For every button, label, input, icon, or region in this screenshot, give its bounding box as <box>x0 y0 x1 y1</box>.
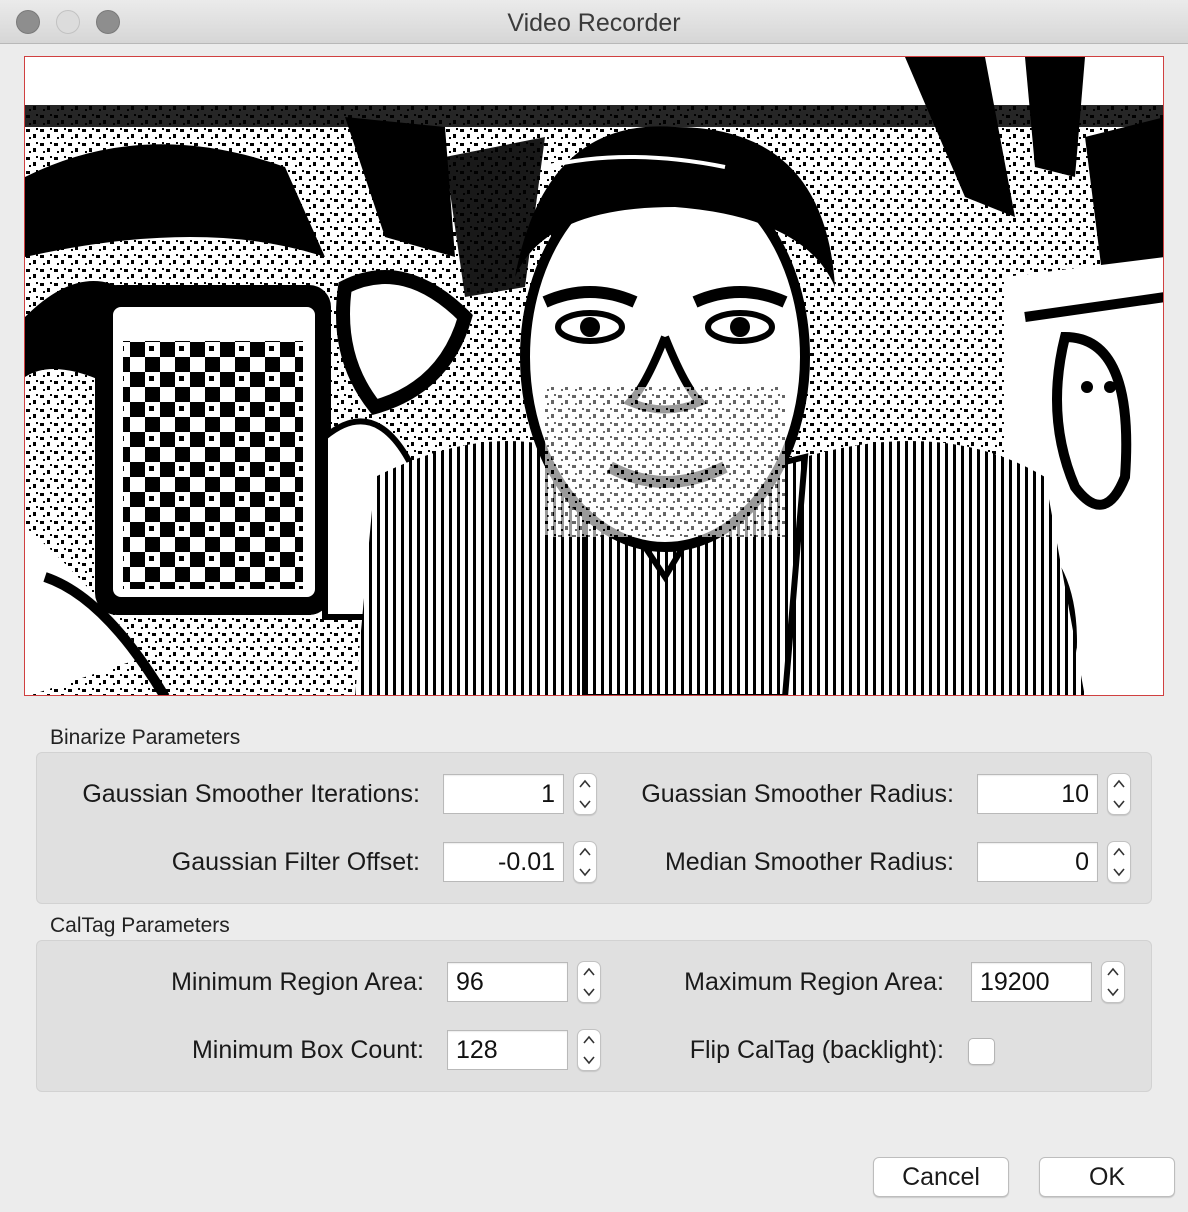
video-recorder-window: Video Recorder Binarize Parameters Gauss… <box>0 0 1188 1212</box>
min-box-label: Minimum Box Count: <box>191 1036 424 1064</box>
title-bar: Video Recorder <box>0 0 1188 44</box>
stepper-down-icon[interactable] <box>574 794 596 814</box>
flip-caltag-checkbox[interactable] <box>968 1038 995 1065</box>
stepper-down-icon[interactable] <box>1102 982 1124 1002</box>
filter-offset-label: Gaussian Filter Offset: <box>171 848 420 876</box>
min-region-stepper[interactable] <box>577 961 601 1003</box>
flip-caltag-label: Flip CalTag (backlight): <box>689 1036 944 1064</box>
filter-offset-field[interactable] <box>443 842 564 882</box>
stepper-down-icon[interactable] <box>1108 862 1130 882</box>
min-region-field[interactable] <box>447 962 568 1002</box>
min-region-label: Minimum Region Area: <box>171 968 424 996</box>
caltag-group-label: CalTag Parameters <box>50 914 230 937</box>
stepper-down-icon[interactable] <box>1108 794 1130 814</box>
gaussian-iterations-label: Gaussian Smoother Iterations: <box>82 780 420 808</box>
cancel-button[interactable]: Cancel <box>873 1157 1009 1197</box>
gaussian-iterations-stepper[interactable] <box>573 773 597 815</box>
min-box-field[interactable] <box>447 1030 568 1070</box>
ok-button[interactable]: OK <box>1039 1157 1175 1197</box>
stepper-up-icon[interactable] <box>1102 962 1124 982</box>
window-title: Video Recorder <box>507 9 681 37</box>
video-preview <box>24 56 1164 696</box>
stepper-down-icon[interactable] <box>578 982 600 1002</box>
stepper-up-icon[interactable] <box>578 1030 600 1050</box>
binarize-group-label: Binarize Parameters <box>50 726 241 749</box>
min-box-stepper[interactable] <box>577 1029 601 1071</box>
max-region-field[interactable] <box>971 962 1092 1002</box>
gaussian-iterations-field[interactable] <box>443 774 564 814</box>
binarized-frame-image <box>25 57 1163 695</box>
filter-offset-stepper[interactable] <box>573 841 597 883</box>
gaussian-radius-field[interactable] <box>977 774 1098 814</box>
gaussian-radius-label: Guassian Smoother Radius: <box>641 780 954 808</box>
stepper-up-icon[interactable] <box>574 842 596 862</box>
stepper-down-icon[interactable] <box>578 1050 600 1070</box>
gaussian-radius-stepper[interactable] <box>1107 773 1131 815</box>
stepper-up-icon[interactable] <box>1108 774 1130 794</box>
stepper-down-icon[interactable] <box>574 862 596 882</box>
max-region-label: Maximum Region Area: <box>684 968 944 996</box>
median-radius-stepper[interactable] <box>1107 841 1131 883</box>
median-radius-field[interactable] <box>977 842 1098 882</box>
median-radius-label: Median Smoother Radius: <box>664 848 954 876</box>
stepper-up-icon[interactable] <box>578 962 600 982</box>
stepper-up-icon[interactable] <box>574 774 596 794</box>
max-region-stepper[interactable] <box>1101 961 1125 1003</box>
stepper-up-icon[interactable] <box>1108 842 1130 862</box>
